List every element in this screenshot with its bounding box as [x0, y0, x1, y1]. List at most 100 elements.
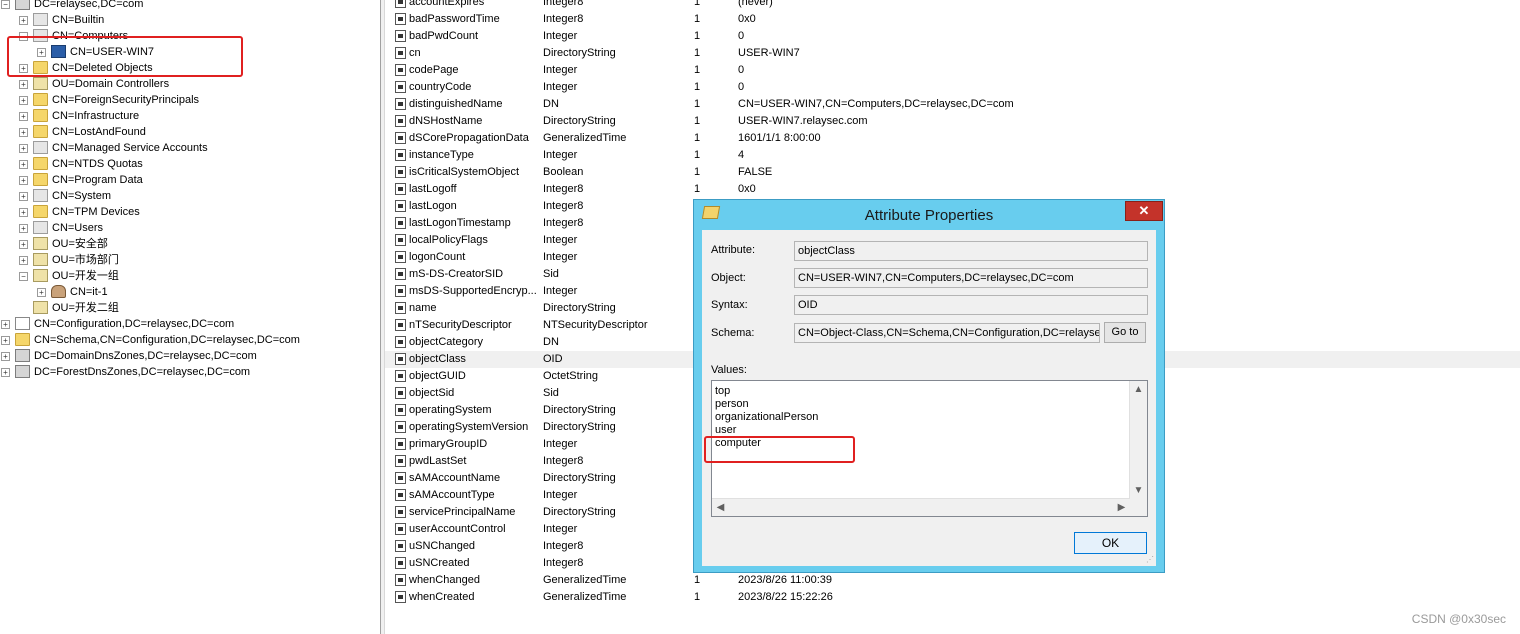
- expand-icon[interactable]: +: [19, 144, 28, 153]
- expand-icon[interactable]: +: [19, 192, 28, 201]
- expand-icon[interactable]: +: [19, 240, 28, 249]
- expand-icon[interactable]: +: [19, 16, 28, 25]
- tree-node[interactable]: − DC=relaysec,DC=com: [0, 0, 370, 12]
- table-row[interactable]: dSCorePropagationData GeneralizedTime 1 160…: [385, 130, 1520, 147]
- tree-node[interactable]: + OU=市场部门: [18, 252, 388, 268]
- list-item[interactable]: person: [715, 398, 749, 411]
- list-item[interactable]: organizationalPerson: [715, 411, 818, 424]
- expand-icon[interactable]: +: [19, 256, 28, 265]
- collapse-icon[interactable]: −: [19, 272, 28, 281]
- attribute-syntax: OctetString: [543, 370, 599, 382]
- attribute-name: uSNCreated: [409, 557, 470, 569]
- attribute-syntax: DirectoryString: [543, 302, 616, 314]
- expand-icon[interactable]: +: [19, 160, 28, 169]
- syntax-field[interactable]: OID: [794, 295, 1148, 315]
- attribute-count: 1: [694, 30, 701, 42]
- tree-node[interactable]: + CN=Managed Service Accounts: [18, 140, 388, 156]
- scroll-up-icon[interactable]: ▲: [1131, 382, 1146, 397]
- tree-node[interactable]: − OU=开发一组: [18, 268, 388, 284]
- attribute-icon: [395, 30, 406, 42]
- tree-node[interactable]: + DC=DomainDnsZones,DC=relaysec,DC=com: [0, 348, 370, 364]
- tree-node-label: CN=Builtin: [52, 14, 105, 26]
- expand-icon[interactable]: +: [1, 336, 10, 345]
- table-row[interactable]: dNSHostName DirectoryString 1 USER-WIN7.rel…: [385, 113, 1520, 130]
- expand-icon[interactable]: +: [19, 112, 28, 121]
- table-row[interactable]: whenChanged GeneralizedTime 1 2023/8/26 11:…: [385, 572, 1520, 589]
- table-row[interactable]: isCriticalSystemObject Boolean 1 FALSE: [385, 164, 1520, 181]
- table-row[interactable]: instanceType Integer 1 4: [385, 147, 1520, 164]
- table-row[interactable]: accountExpires Integer8 1 (never): [385, 0, 1520, 11]
- attribute-icon: [395, 13, 406, 25]
- highlight-box-computer-value: [704, 436, 855, 463]
- object-field[interactable]: CN=USER-WIN7,CN=Computers,DC=relaysec,DC…: [794, 268, 1148, 288]
- go-to-button[interactable]: Go to: [1104, 322, 1146, 343]
- resize-grip-icon[interactable]: ⋰: [1146, 556, 1154, 564]
- horizontal-scrollbar[interactable]: ◀ ▶: [712, 498, 1130, 516]
- attribute-icon: [395, 200, 406, 212]
- scroll-down-icon[interactable]: ▼: [1131, 483, 1146, 498]
- tree-node[interactable]: + CN=ForeignSecurityPrincipals: [18, 92, 388, 108]
- attribute-name: nTSecurityDescriptor: [409, 319, 512, 331]
- table-row[interactable]: lastLogoff Integer8 1 0x0: [385, 181, 1520, 198]
- expand-icon[interactable]: +: [19, 208, 28, 217]
- expand-icon[interactable]: +: [19, 176, 28, 185]
- list-item[interactable]: top: [715, 385, 730, 398]
- schema-field[interactable]: CN=Object-Class,CN=Schema,CN=Configurati…: [794, 323, 1100, 343]
- attribute-properties-dialog: Attribute Properties ✕ Attribute: object…: [693, 199, 1165, 573]
- expand-icon[interactable]: +: [19, 128, 28, 137]
- tree-node[interactable]: + CN=TPM Devices: [18, 204, 388, 220]
- table-row[interactable]: badPwdCount Integer 1 0: [385, 28, 1520, 45]
- expand-icon[interactable]: +: [1, 368, 10, 377]
- table-row[interactable]: whenCreated GeneralizedTime 1 2023/8/22 15:…: [385, 589, 1520, 606]
- expand-icon[interactable]: +: [19, 224, 28, 233]
- attribute-icon: [395, 166, 406, 178]
- expand-icon[interactable]: +: [1, 352, 10, 361]
- tree-node[interactable]: + CN=Program Data: [18, 172, 388, 188]
- scroll-right-icon[interactable]: ▶: [1114, 500, 1129, 515]
- tree-node[interactable]: + CN=NTDS Quotas: [18, 156, 388, 172]
- watermark: CSDN @0x30sec: [1411, 612, 1506, 626]
- attribute-name: accountExpires: [409, 0, 485, 8]
- tree-node[interactable]: + CN=it-1: [36, 284, 406, 300]
- expand-icon[interactable]: +: [1, 320, 10, 329]
- attribute-syntax: Integer8: [543, 557, 584, 569]
- table-row[interactable]: badPasswordTime Integer8 1 0x0: [385, 11, 1520, 28]
- collapse-icon[interactable]: −: [1, 0, 10, 9]
- ok-button[interactable]: OK: [1074, 532, 1147, 554]
- attribute-icon: [395, 506, 406, 518]
- attribute-syntax: GeneralizedTime: [543, 132, 627, 144]
- tree-node[interactable]: + DC=ForestDnsZones,DC=relaysec,DC=com: [0, 364, 370, 380]
- table-row[interactable]: cn DirectoryString 1 USER-WIN7: [385, 45, 1520, 62]
- close-button[interactable]: ✕: [1125, 201, 1163, 221]
- scroll-left-icon[interactable]: ◀: [713, 500, 728, 515]
- table-row[interactable]: distinguishedName DN 1 CN=USER-WIN7,CN=Comp…: [385, 96, 1520, 113]
- tree-node[interactable]: + OU=安全部: [18, 236, 388, 252]
- tree-node[interactable]: + CN=Builtin: [18, 12, 388, 28]
- attribute-name: sAMAccountName: [409, 472, 501, 484]
- tree-node[interactable]: + CN=Users: [18, 220, 388, 236]
- tree-node[interactable]: + CN=Infrastructure: [18, 108, 388, 124]
- attribute-syntax: Integer: [543, 285, 578, 297]
- tree-node[interactable]: + CN=LostAndFound: [18, 124, 388, 140]
- expand-icon[interactable]: +: [19, 80, 28, 89]
- dialog-titlebar[interactable]: Attribute Properties ✕: [694, 200, 1164, 230]
- attribute-name: isCriticalSystemObject: [409, 166, 520, 178]
- tree-node[interactable]: + CN=System: [18, 188, 388, 204]
- table-row[interactable]: countryCode Integer 1 0: [385, 79, 1520, 96]
- vertical-scrollbar[interactable]: ▲ ▼: [1129, 381, 1147, 499]
- expand-icon[interactable]: +: [37, 288, 46, 297]
- attribute-name: distinguishedName: [409, 98, 503, 110]
- attribute-icon: [395, 81, 406, 93]
- tree-node[interactable]: + CN=Schema,CN=Configuration,DC=relaysec,…: [0, 332, 370, 348]
- attribute-field[interactable]: objectClass: [794, 241, 1148, 261]
- tree-node[interactable]: OU=开发二组: [18, 300, 388, 316]
- tree-node[interactable]: + OU=Domain Controllers: [18, 76, 388, 92]
- table-row[interactable]: codePage Integer 1 0: [385, 62, 1520, 79]
- tree-node[interactable]: + CN=Configuration,DC=relaysec,DC=com: [0, 316, 370, 332]
- attribute-value: USER-WIN7: [738, 47, 800, 59]
- highlight-box-computers: [7, 36, 243, 77]
- attribute-icon: [395, 98, 406, 110]
- attribute-syntax: Integer: [543, 149, 578, 161]
- expand-icon[interactable]: +: [19, 96, 28, 105]
- attribute-syntax: Integer: [543, 234, 578, 246]
